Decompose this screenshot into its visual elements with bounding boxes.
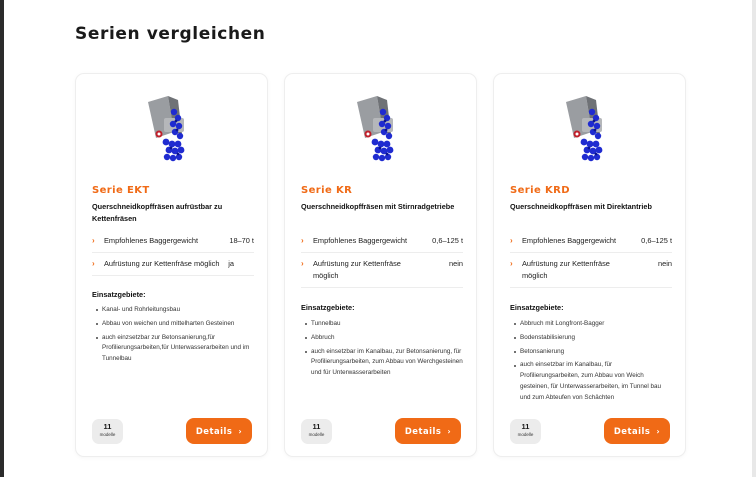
list-item: Kanal- und Rohrleitungsbau [92, 305, 254, 316]
chevron-right-icon: › [301, 259, 304, 268]
spec-row-chain-upgrade: › Aufrüstung zur Kettenfräse möglich nei… [510, 258, 672, 288]
series-name: Serie KRD [510, 185, 570, 196]
series-name: Serie EKT [92, 185, 150, 196]
uses-list: Tunnelbau Abbruch auch einsetzbar im Kan… [301, 319, 463, 382]
list-item: auch einzsetzbar zur Betonsanierung,für … [92, 333, 254, 365]
series-card-kr: Serie KR Querschneidkopffräsen mit Stirn… [284, 73, 477, 457]
list-item: Bodenstabilisierung [510, 333, 672, 344]
model-label: modelle [517, 432, 534, 437]
details-button[interactable]: Details › [186, 418, 252, 444]
series-card-krd: Serie KRD Querschneidkopffräsen mit Dire… [493, 73, 686, 457]
chevron-right-icon: › [92, 236, 95, 245]
uses-list: Kanal- und Rohrleitungsbau Abbau von wei… [92, 305, 254, 368]
list-item: Abbruch [301, 333, 463, 344]
list-item: Tunnelbau [301, 319, 463, 330]
spec-value: 0,6–125 t [432, 236, 463, 245]
model-count: 11 [312, 422, 321, 431]
spec-row-excavator-weight: › Empfohlenes Baggergewicht 18–70 t [92, 235, 254, 253]
spec-row-chain-upgrade: › Aufrüstung zur Kettenfräse möglich ja [92, 258, 254, 276]
series-description: Querschneidkopffräsen mit Direktantrieb [510, 202, 652, 211]
spec-value: 18–70 t [229, 236, 254, 245]
series-card-ekt: Serie EKT Querschneidkopffräsen aufrüstb… [75, 73, 268, 457]
model-count-badge: 11 modelle [92, 419, 123, 444]
spec-value: ja [228, 259, 234, 268]
list-item: auch einsetzbar im Kanalbau, zur Betonsa… [301, 347, 463, 379]
details-button-label: Details [613, 426, 651, 436]
series-description: Querschneidkopffräsen aufrüstbar zu Kett… [92, 202, 223, 223]
uses-heading: Einsatzgebiete: [510, 303, 564, 312]
page-title: Serien vergleichen [75, 24, 266, 44]
details-button[interactable]: Details › [395, 418, 461, 444]
uses-heading: Einsatzgebiete: [92, 290, 146, 299]
cutter-head-image [566, 96, 603, 162]
cutter-head-image [148, 96, 185, 162]
chevron-right-icon: › [510, 236, 513, 245]
window-right-edge [752, 0, 756, 477]
chevron-right-icon: › [656, 426, 661, 436]
chevron-right-icon: › [510, 259, 513, 268]
series-name: Serie KR [301, 185, 353, 196]
series-description: Querschneidkopffräsen mit Stirnradgetrie… [301, 202, 455, 211]
window-left-edge [0, 0, 4, 477]
spec-row-excavator-weight: › Empfohlenes Baggergewicht 0,6–125 t [510, 235, 672, 253]
list-item: auch einsetzbar im Kanalbau, für Profili… [510, 360, 672, 403]
chevron-right-icon: › [447, 426, 452, 436]
spec-value: 0,6–125 t [641, 236, 672, 245]
spec-label: Aufrüstung zur Kettenfräse möglich [522, 259, 610, 280]
model-label: modelle [99, 432, 116, 437]
details-button[interactable]: Details › [604, 418, 670, 444]
model-count: 11 [103, 422, 112, 431]
model-count: 11 [521, 422, 530, 431]
chevron-right-icon: › [301, 236, 304, 245]
chevron-right-icon: › [92, 259, 95, 268]
list-item: Abbau von weichen und mittelharten Geste… [92, 319, 254, 330]
spec-row-excavator-weight: › Empfohlenes Baggergewicht 0,6–125 t [301, 235, 463, 253]
model-label: modelle [308, 432, 325, 437]
list-item: Abbruch mit Longfront-Bagger [510, 319, 672, 330]
chevron-right-icon: › [238, 426, 243, 436]
uses-list: Abbruch mit Longfront-Bagger Bodenstabil… [510, 319, 672, 407]
cutter-head-image [357, 96, 394, 162]
model-count-badge: 11 modelle [301, 419, 332, 444]
spec-label: Aufrüstung zur Kettenfräse möglich [313, 259, 401, 280]
model-count-badge: 11 modelle [510, 419, 541, 444]
list-item: Betonsanierung [510, 347, 672, 358]
details-button-label: Details [195, 426, 233, 436]
spec-row-chain-upgrade: › Aufrüstung zur Kettenfräse möglich nei… [301, 258, 463, 288]
details-button-label: Details [404, 426, 442, 436]
uses-heading: Einsatzgebiete: [301, 303, 355, 312]
spec-value: nein [449, 259, 463, 268]
spec-value: nein [658, 259, 672, 268]
